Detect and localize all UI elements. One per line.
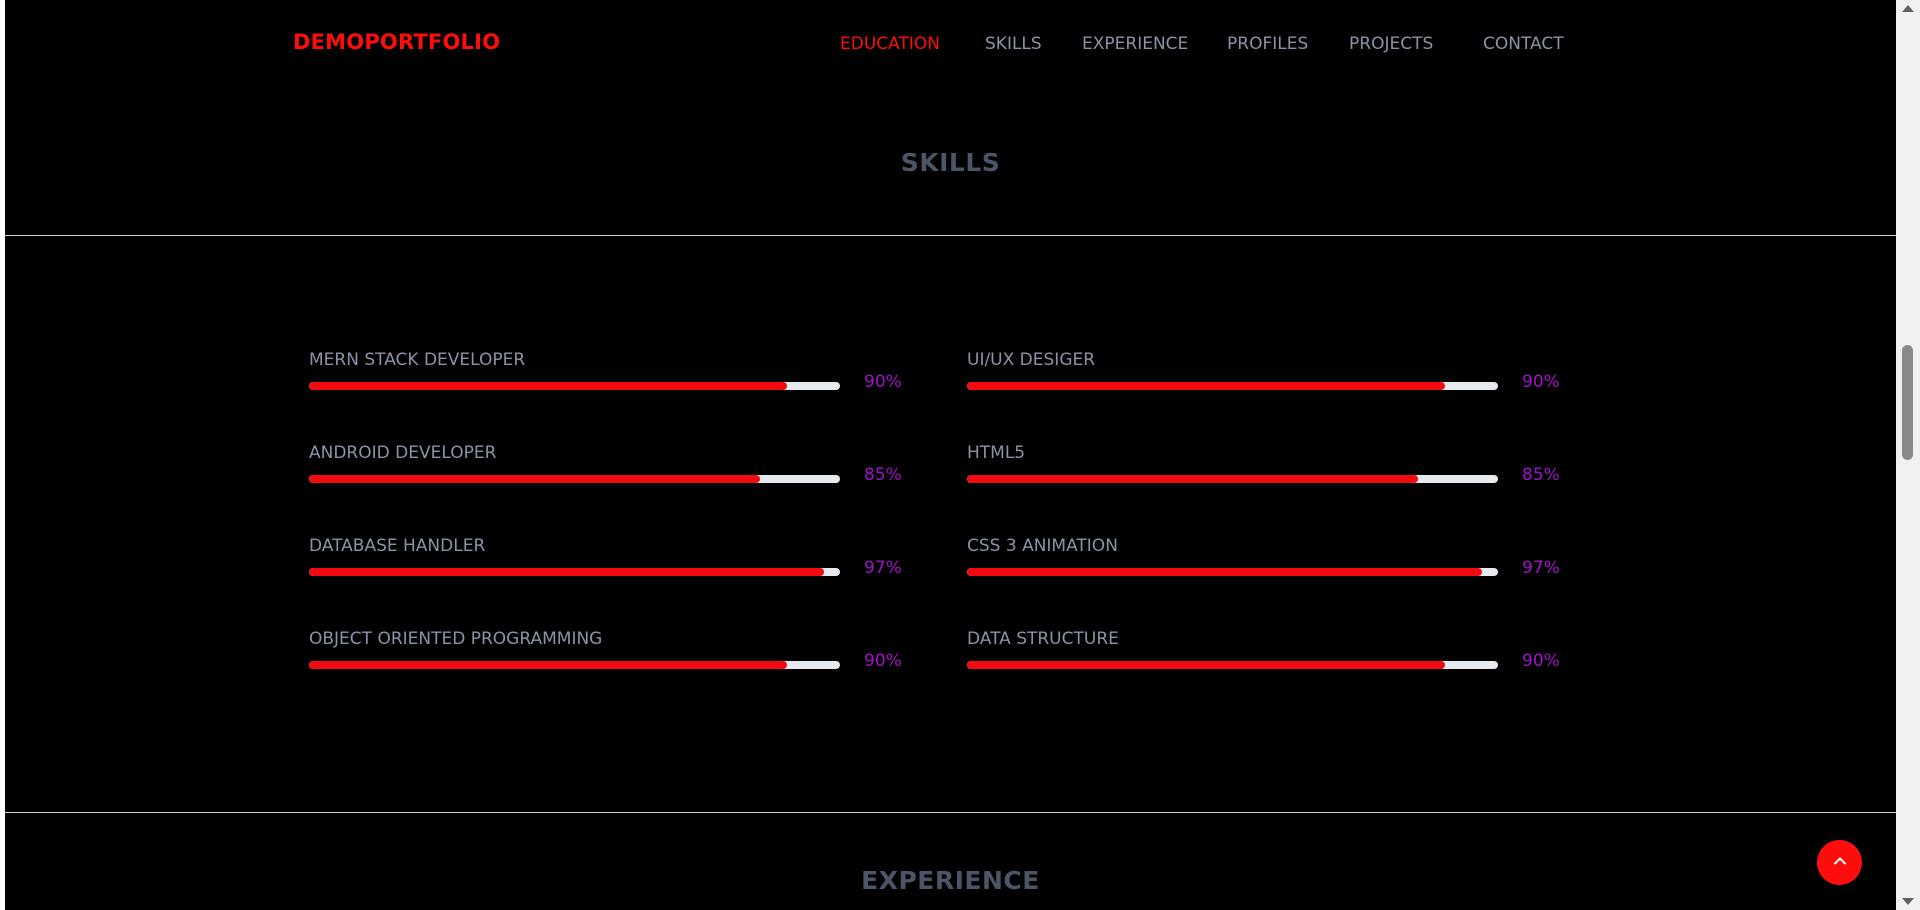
skill-progress-fill bbox=[967, 568, 1483, 576]
skill-progress-fill bbox=[967, 661, 1445, 669]
scrollbar[interactable] bbox=[1896, 0, 1920, 910]
skill-progress-fill bbox=[309, 661, 787, 669]
scroll-up-arrow-icon[interactable] bbox=[1902, 5, 1914, 12]
skill-progress-track bbox=[967, 382, 1498, 390]
skill-progress-fill bbox=[967, 475, 1419, 483]
skill-item: UI/UX DESIGER 90% bbox=[967, 350, 1567, 420]
skill-name: ANDROID DEVELOPER bbox=[309, 443, 497, 463]
skill-progress-track bbox=[967, 661, 1498, 669]
skill-item: HTML5 85% bbox=[967, 443, 1567, 513]
skill-item: DATA STRUCTURE 90% bbox=[967, 629, 1567, 699]
skill-name: DATABASE HANDLER bbox=[309, 536, 486, 556]
section-divider bbox=[5, 812, 1896, 813]
skill-progress-track bbox=[967, 475, 1498, 483]
skill-percent: 90% bbox=[1522, 651, 1560, 671]
skill-item: MERN STACK DEVELOPER 90% bbox=[309, 350, 909, 420]
scroll-to-top-button[interactable] bbox=[1817, 840, 1862, 885]
skill-name: MERN STACK DEVELOPER bbox=[309, 350, 526, 370]
skill-progress-track bbox=[967, 568, 1498, 576]
page-viewport: DEMOPORTFOLIO EDUCATION SKILLS EXPERIENC… bbox=[5, 0, 1896, 910]
skill-name: DATA STRUCTURE bbox=[967, 629, 1119, 649]
skill-name: CSS 3 ANIMATION bbox=[967, 536, 1118, 556]
skill-progress-track bbox=[309, 661, 840, 669]
chevron-up-icon bbox=[1832, 853, 1848, 873]
skills-grid: MERN STACK DEVELOPER 90% ANDROID DEVELOP… bbox=[5, 0, 1896, 910]
scroll-down-arrow-icon[interactable] bbox=[1902, 898, 1914, 905]
skill-percent: 85% bbox=[1522, 465, 1560, 485]
skill-progress-track bbox=[309, 568, 840, 576]
skill-percent: 97% bbox=[864, 558, 902, 578]
skill-name: OBJECT ORIENTED PROGRAMMING bbox=[309, 629, 603, 649]
scrollbar-thumb[interactable] bbox=[1902, 345, 1913, 460]
skill-item: ANDROID DEVELOPER 85% bbox=[309, 443, 909, 513]
skill-percent: 97% bbox=[1522, 558, 1560, 578]
skill-progress-fill bbox=[309, 568, 825, 576]
experience-section-title: EXPERIENCE bbox=[861, 866, 1040, 895]
skill-item: CSS 3 ANIMATION 97% bbox=[967, 536, 1567, 606]
skill-percent: 90% bbox=[1522, 372, 1560, 392]
skill-name: UI/UX DESIGER bbox=[967, 350, 1096, 370]
skill-progress-fill bbox=[309, 382, 787, 390]
skill-percent: 85% bbox=[864, 465, 902, 485]
skill-item: DATABASE HANDLER 97% bbox=[309, 536, 909, 606]
skill-progress-fill bbox=[309, 475, 761, 483]
skill-item: OBJECT ORIENTED PROGRAMMING 90% bbox=[309, 629, 909, 699]
skill-percent: 90% bbox=[864, 651, 902, 671]
skill-name: HTML5 bbox=[967, 443, 1026, 463]
skill-progress-fill bbox=[967, 382, 1445, 390]
skill-percent: 90% bbox=[864, 372, 902, 392]
skill-progress-track bbox=[309, 475, 840, 483]
skill-progress-track bbox=[309, 382, 840, 390]
